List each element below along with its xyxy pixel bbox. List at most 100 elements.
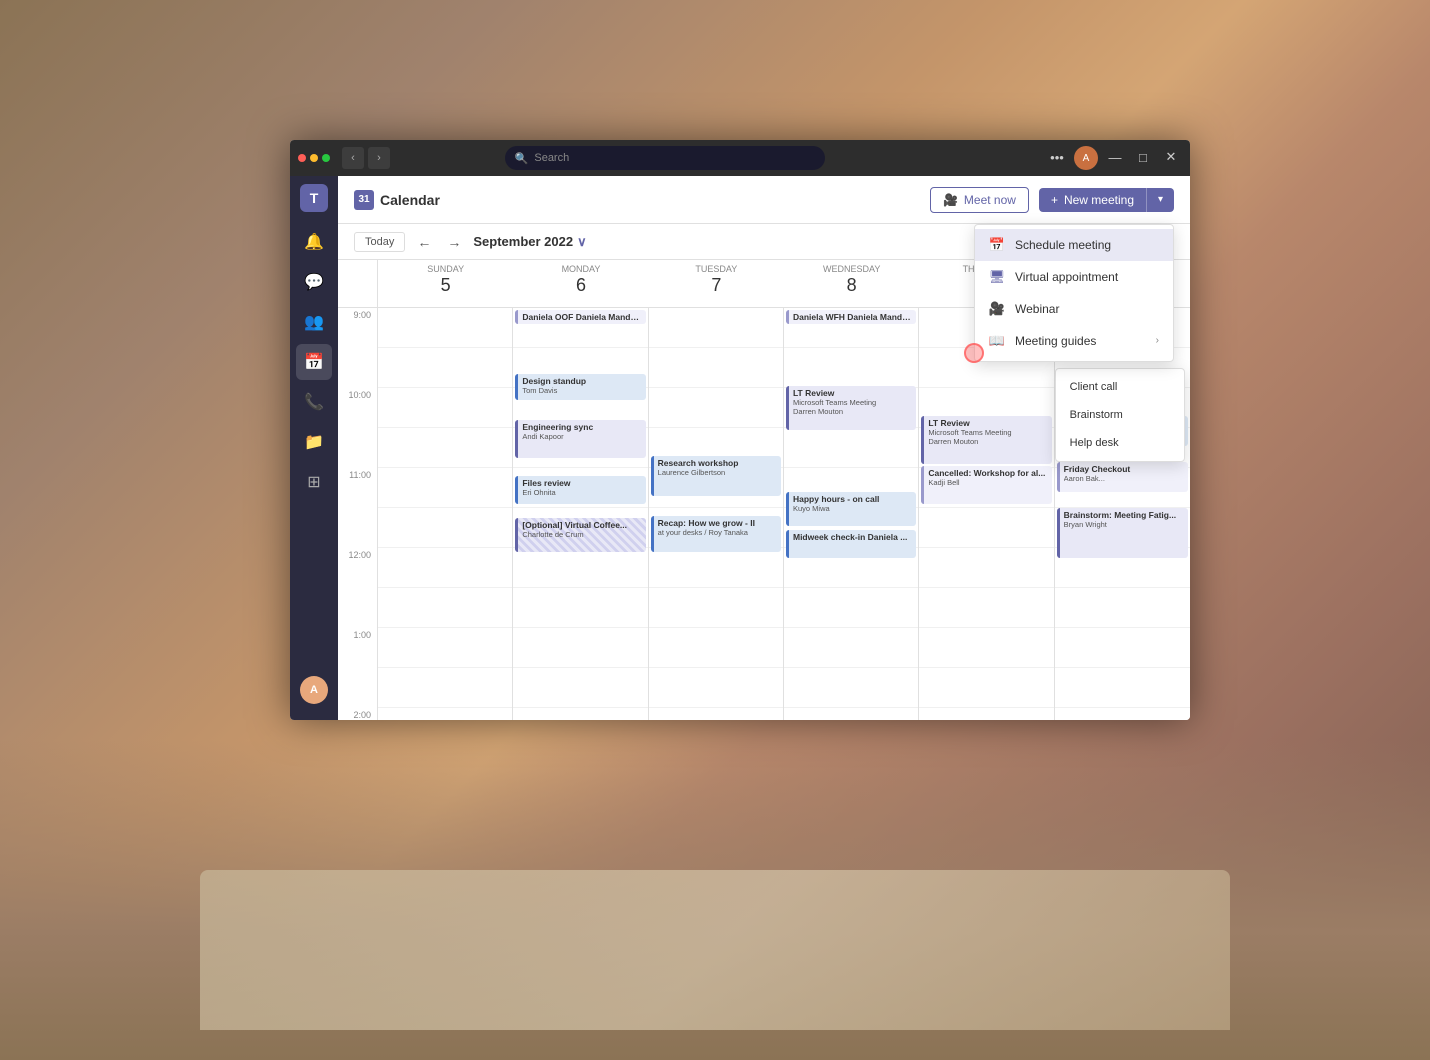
sidebar-item-calls[interactable]: 📞	[296, 384, 332, 420]
event-daniela-wfh[interactable]: Daniela WFH Daniela Mandera	[786, 310, 916, 324]
next-week-button[interactable]: →	[443, 231, 465, 253]
event-title: Daniela WFH Daniela Mandera	[793, 312, 912, 322]
new-meeting-button[interactable]: + New meeting	[1039, 188, 1146, 212]
tue-cell-11[interactable]	[649, 708, 783, 720]
wed-cell-2[interactable]	[784, 348, 918, 388]
context-item-help-desk[interactable]: Help desk	[1056, 429, 1184, 457]
sidebar-item-teams-logo[interactable]: T	[300, 184, 328, 212]
thu-cell-6[interactable]	[919, 508, 1053, 548]
sun-cell-5[interactable]	[378, 468, 512, 508]
fri-cell-8[interactable]	[1055, 588, 1190, 628]
sun-cell-7[interactable]	[378, 548, 512, 588]
event-files-review[interactable]: Files review Eri Ohnita	[515, 476, 645, 504]
sidebar-item-activity[interactable]: 🔔	[296, 224, 332, 260]
event-virtual-coffee[interactable]: [Optional] Virtual Coffee... Charlotte d…	[515, 518, 645, 552]
event-friday-checkout-2[interactable]: Friday Checkout Aaron Bak...	[1057, 462, 1188, 492]
mon-cell-8[interactable]	[513, 588, 647, 628]
new-meeting-dropdown-button[interactable]: ▾	[1146, 188, 1174, 212]
tue-cell-9[interactable]	[649, 628, 783, 668]
event-sub: Bryan Wright	[1064, 520, 1184, 529]
fri-cell-10[interactable]	[1055, 668, 1190, 708]
context-item-brainstorm[interactable]: Brainstorm	[1056, 401, 1184, 429]
mon-cell-10[interactable]	[513, 668, 647, 708]
window-actions[interactable]: ••• A — □ ✕	[1046, 146, 1182, 170]
tue-cell-10[interactable]	[649, 668, 783, 708]
wed-cell-11[interactable]	[784, 708, 918, 720]
day-col-mon[interactable]: Daniela OOF Daniela Mandera Design stand…	[513, 308, 648, 720]
sidebar-item-files[interactable]: 📁	[296, 424, 332, 460]
sun-cell-11[interactable]	[378, 708, 512, 720]
thu-cell-10[interactable]	[919, 668, 1053, 708]
event-midweek[interactable]: Midweek check-in Daniela ...	[786, 530, 916, 558]
search-bar[interactable]: 🔍 Search	[505, 146, 825, 170]
event-sub: Andi Kapoor	[522, 432, 641, 441]
thu-cell-9[interactable]	[919, 628, 1053, 668]
event-design-standup[interactable]: Design standup Tom Davis	[515, 374, 645, 400]
meet-now-button[interactable]: 🎥 Meet now	[930, 187, 1029, 213]
event-lt-review-thu[interactable]: LT Review Microsoft Teams Meeting Darren…	[921, 416, 1051, 464]
day-col-thu[interactable]: LT Review Microsoft Teams Meeting Darren…	[919, 308, 1054, 720]
sidebar-item-calendar[interactable]: 📅	[296, 344, 332, 380]
day-col-fri[interactable]: Client call Brainstorm Help desk Friday …	[1055, 308, 1190, 720]
wed-cell-9[interactable]	[784, 628, 918, 668]
event-cancelled-workshop[interactable]: Cancelled: Workshop for al... Kadji Bell	[921, 466, 1051, 504]
mon-cell-9[interactable]	[513, 628, 647, 668]
wed-cell-8[interactable]	[784, 588, 918, 628]
sun-cell-4[interactable]	[378, 428, 512, 468]
event-engineering-sync[interactable]: Engineering sync Andi Kapoor	[515, 420, 645, 458]
mon-cell-11[interactable]	[513, 708, 647, 720]
dropdown-item-virtual[interactable]: 🖥 Virtual appointment	[975, 261, 1173, 293]
thu-cell-7[interactable]	[919, 548, 1053, 588]
day-col-sun[interactable]	[378, 308, 513, 720]
fri-cell-11[interactable]	[1055, 708, 1190, 720]
tue-cell-3[interactable]	[649, 388, 783, 428]
tue-cell-7[interactable]	[649, 548, 783, 588]
back-button[interactable]: ‹	[342, 147, 364, 169]
user-avatar[interactable]: A	[1074, 146, 1098, 170]
event-daniela-oof[interactable]: Daniela OOF Daniela Mandera	[515, 310, 645, 324]
sun-cell-8[interactable]	[378, 588, 512, 628]
sun-cell-3[interactable]	[378, 388, 512, 428]
maximize-button[interactable]: □	[1132, 146, 1154, 168]
tue-cell-2[interactable]	[649, 348, 783, 388]
time-empty4	[338, 588, 377, 628]
user-avatar-sidebar[interactable]: A	[300, 676, 328, 704]
thu-cell-11[interactable]	[919, 708, 1053, 720]
wed-cell-4[interactable]	[784, 428, 918, 468]
event-happy-hours[interactable]: Happy hours - on call Kuyo Miwa	[786, 492, 916, 526]
dropdown-item-schedule[interactable]: 📅 Schedule meeting	[975, 229, 1173, 261]
window-controls	[298, 154, 330, 162]
sidebar-item-chat[interactable]: 💬	[296, 264, 332, 300]
nav-buttons[interactable]: ‹ ›	[342, 147, 390, 169]
sun-cell-6[interactable]	[378, 508, 512, 548]
day-col-wed[interactable]: Daniela WFH Daniela Mandera LT Review Mi…	[784, 308, 919, 720]
sun-cell-10[interactable]	[378, 668, 512, 708]
minimize-button[interactable]: —	[1104, 146, 1126, 168]
more-button[interactable]: •••	[1046, 146, 1068, 168]
tue-cell-8[interactable]	[649, 588, 783, 628]
sun-cell-1[interactable]	[378, 308, 512, 348]
dropdown-item-guides[interactable]: 📖 Meeting guides ›	[975, 325, 1173, 357]
context-item-client-call[interactable]: Client call	[1056, 373, 1184, 401]
sun-cell-9[interactable]	[378, 628, 512, 668]
thu-cell-8[interactable]	[919, 588, 1053, 628]
wed-cell-10[interactable]	[784, 668, 918, 708]
event-research-workshop[interactable]: Research workshop Laurence Gilbertson	[651, 456, 781, 496]
month-chevron[interactable]: ∨	[577, 234, 587, 250]
fri-cell-9[interactable]	[1055, 628, 1190, 668]
mon-cell-7[interactable]	[513, 548, 647, 588]
prev-week-button[interactable]: ←	[413, 231, 435, 253]
event-recap[interactable]: Recap: How we grow - II at your desks / …	[651, 516, 781, 552]
close-button[interactable]: ✕	[1160, 146, 1182, 168]
event-brainstorm-meeting[interactable]: Brainstorm: Meeting Fatig... Bryan Wrigh…	[1057, 508, 1188, 558]
event-lt-review-wed[interactable]: LT Review Microsoft Teams Meeting Darren…	[786, 386, 916, 430]
day-col-tue[interactable]: Research workshop Laurence Gilbertson Re…	[649, 308, 784, 720]
dropdown-item-webinar[interactable]: 🎥 Webinar	[975, 293, 1173, 325]
sidebar-item-teams[interactable]: 👥	[296, 304, 332, 340]
forward-button[interactable]: ›	[368, 147, 390, 169]
sidebar-item-apps[interactable]: ⊞	[296, 464, 332, 500]
today-button[interactable]: Today	[354, 232, 405, 252]
tue-cell-1[interactable]	[649, 308, 783, 348]
laptop-screen: ‹ › 🔍 Search ••• A — □ ✕ T 🔔 💬 👥 📅 📞 📁 ⊞…	[290, 140, 1190, 720]
sun-cell-2[interactable]	[378, 348, 512, 388]
